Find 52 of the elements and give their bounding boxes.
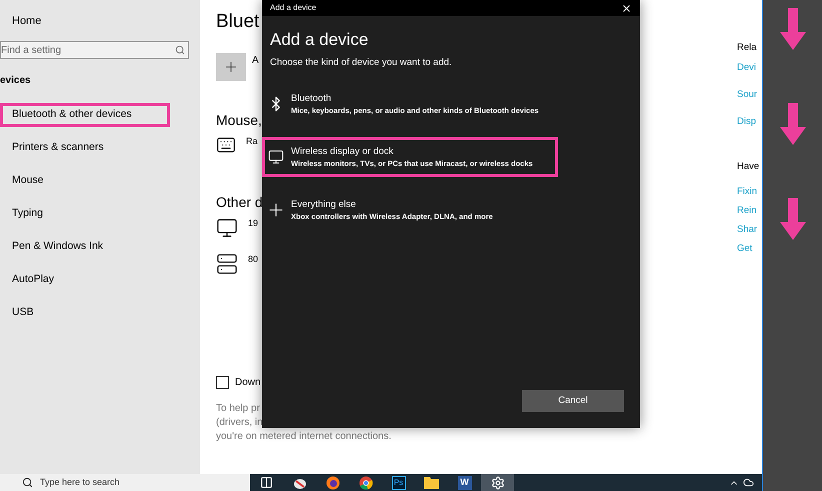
option-title: Wireless display or dock [291,146,394,158]
tower-icon [216,253,238,275]
page-title: Bluet [216,10,260,34]
device-name: 19 [248,217,258,230]
sidebar-item[interactable]: USB [0,301,170,325]
help-heading: Have [737,161,760,173]
taskbar-search-field[interactable]: Type here to search [0,474,250,491]
chrome-icon[interactable] [358,476,372,490]
photoshop-icon[interactable]: Ps [392,476,406,490]
plus-icon [223,59,239,75]
section-heading: evices [0,74,32,88]
download-checkbox[interactable] [216,376,229,389]
device-name: 80 [248,253,258,266]
note-text: (drivers, in [216,416,263,430]
option-title: Everything else [291,198,357,210]
arrow-down-icon [780,198,806,240]
section-heading: Mouse, [216,111,262,129]
word-icon[interactable]: W [458,476,472,490]
note-text: To help pr [216,402,260,416]
search-icon [175,45,185,55]
sidebar-item[interactable]: Pen & Windows Ink [0,235,170,259]
sidebar-item[interactable]: AutoPlay [0,268,170,292]
sidebar-item[interactable]: Typing [0,202,170,226]
cloud-icon[interactable] [743,477,754,488]
keyboard-icon [216,135,236,155]
search-field[interactable]: Find a setting [0,41,189,59]
monitor-icon [216,217,238,239]
section-heading: Other d [216,193,263,211]
option-title: Bluetooth [291,92,332,104]
sidebar-item[interactable]: Printers & scanners [0,136,170,160]
arrow-down-icon [780,8,806,50]
related-heading: Rela [737,42,758,54]
arrow-down-icon [780,103,806,145]
add-device-button[interactable] [216,53,246,81]
home-link[interactable]: Home [12,13,200,29]
sidebar-item[interactable]: Mouse [0,169,170,193]
close-icon[interactable] [621,2,632,14]
checkbox-label: Down [235,376,261,390]
dialog-heading: Add a device [270,29,370,51]
note-text: you're on metered internet connections. [216,430,392,444]
folder-icon[interactable] [424,476,439,489]
search-icon [22,477,33,488]
settings-icon[interactable] [490,476,504,490]
monitor-icon [268,149,284,165]
cancel-button[interactable]: Cancel [522,390,624,412]
dialog-title: Add a device [270,2,316,14]
dialog-subtitle: Choose the kind of device you want to add. [270,57,453,69]
sidebar-item[interactable]: Bluetooth & other devices [0,103,170,127]
task-view-icon[interactable] [260,476,273,489]
device-name: Ra [246,135,258,148]
firefox-icon[interactable] [326,476,340,490]
add-device-label: A [252,54,259,68]
